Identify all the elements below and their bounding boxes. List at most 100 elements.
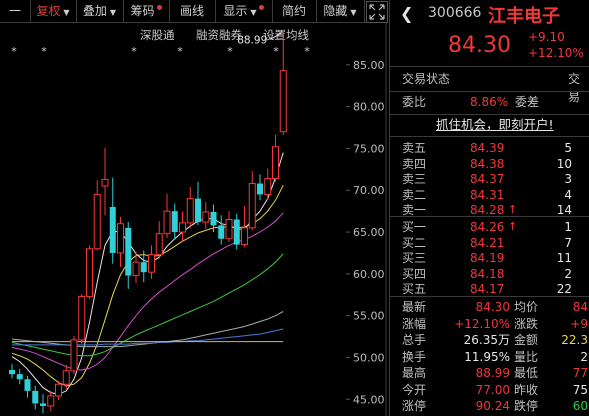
- notification-dot-icon: [156, 5, 162, 10]
- stat-value: 60: [572, 399, 588, 413]
- y-tick-label: 50.00: [353, 351, 385, 364]
- stat-label: 换手: [402, 349, 427, 364]
- candle-body: [93, 193, 101, 250]
- chart-toolbar: 一 复权 ▼ 叠加 ▼ 筹码 画线 显示 ▼ 简约 隐藏 ▼: [0, 0, 388, 23]
- candle-body: [155, 233, 163, 256]
- kline-chart[interactable]: 深股通 融资融券 设置均线 * * * * * * * 85.00 80.00 75.00 70.0…: [0, 23, 388, 416]
- stat-label: 均价: [514, 300, 539, 314]
- event-marker-icon: *: [273, 45, 279, 58]
- toolbar-display-button[interactable]: 显示 ▼: [215, 0, 273, 22]
- stat-row: 涨幅 +12.10% 涨跌 +9: [390, 315, 589, 333]
- candle-body: [257, 183, 263, 195]
- stat-row: 总手 26.35万 金额 22.3: [390, 331, 589, 349]
- toolbar-chips-button[interactable]: 筹码: [123, 0, 170, 22]
- y-tick-label: 85.00: [353, 59, 385, 72]
- tab-trade-status[interactable]: 交易状态: [402, 70, 450, 88]
- chart-canvas: * * * * * * * 85.00 80.00 75.00 70.00 65.00 60.00 55.…: [9, 23, 387, 416]
- y-tick-label: 60.00: [353, 268, 385, 281]
- candle-body: [171, 211, 178, 233]
- stock-name: 江丰电子: [488, 6, 560, 27]
- stat-value: 77: [572, 366, 588, 380]
- candle-body: [117, 223, 124, 254]
- stat-label: 最新: [402, 300, 427, 314]
- candle-body: [233, 219, 240, 245]
- stat-label: 总手: [402, 333, 427, 347]
- stat-label: 涨跌: [514, 316, 539, 331]
- stat-value: 11.95%: [464, 349, 510, 364]
- candle-body: [210, 211, 217, 226]
- stat-label: 涨幅: [402, 316, 427, 331]
- candle-body: [163, 210, 171, 235]
- candle-body: [78, 295, 86, 341]
- stat-label: 最低: [514, 366, 539, 380]
- candle-body: [24, 379, 31, 391]
- candle-body: [186, 198, 194, 224]
- stat-label: 今开: [402, 382, 427, 397]
- stock-code: 300666: [428, 5, 482, 21]
- stat-value: 22.3: [561, 333, 588, 347]
- stat-value: 26.35万: [463, 333, 510, 347]
- candle-body: [241, 227, 248, 246]
- candle-body: [195, 198, 201, 223]
- notification-dot-icon: [258, 5, 264, 10]
- dropdown-arrow-icon: ▼: [350, 8, 357, 17]
- back-arrow-icon[interactable]: ❮: [400, 4, 413, 23]
- candle-body: [125, 227, 132, 276]
- weicha-label: 委差: [515, 95, 540, 109]
- toolbar-draw-line-button[interactable]: 画线: [169, 0, 216, 22]
- toolbar-simple-button[interactable]: 简约: [272, 0, 317, 22]
- candle-body: [264, 178, 272, 195]
- candle-body: [86, 248, 93, 297]
- expand-icon[interactable]: [366, 1, 388, 23]
- moving-average-line: [11, 152, 284, 395]
- price-change: +9.10: [528, 30, 565, 44]
- open-account-link[interactable]: 抓住机会，即刻开户!: [436, 116, 554, 134]
- weibi-label: 委比: [402, 95, 427, 109]
- candle-body: [101, 178, 109, 187]
- candle-body: [47, 395, 55, 407]
- candle-body: [109, 206, 116, 253]
- y-tick-label: 55.00: [353, 310, 385, 323]
- y-tick-label: 45.00: [353, 393, 385, 406]
- event-marker-icon: *: [227, 45, 233, 58]
- weibi-value: 8.86%: [470, 95, 509, 109]
- event-marker-icon: *: [131, 45, 137, 58]
- candle-body: [140, 262, 147, 273]
- candle-body: [55, 383, 62, 397]
- candle-body: [218, 225, 225, 239]
- current-price: 84.30: [448, 33, 511, 58]
- dropdown-arrow-icon: ▼: [250, 8, 257, 17]
- event-marker-icon: *: [11, 45, 17, 58]
- candle-body: [9, 370, 15, 375]
- event-marker-icon: *: [177, 45, 183, 58]
- dropdown-arrow-icon: ▼: [109, 8, 117, 17]
- moving-average-line: [11, 253, 284, 357]
- y-tick-label: 65.00: [353, 226, 385, 239]
- stat-label: 涨停: [402, 399, 427, 413]
- high-pointer-arrow: [269, 32, 283, 40]
- stat-label: 跌停: [514, 399, 539, 413]
- candle-body: [62, 370, 70, 385]
- y-tick-label: 70.00: [353, 184, 385, 197]
- stat-value: +9: [570, 316, 588, 331]
- stat-row: 最新 84.30 均价 84: [390, 298, 589, 316]
- trade-status-row: 交易状态 交易: [390, 70, 589, 104]
- stat-value: 75: [572, 382, 588, 397]
- candle-body: [202, 211, 210, 223]
- toolbar-period-button[interactable]: 一: [0, 0, 31, 22]
- toolbar-fuquan-button[interactable]: 复权 ▼: [30, 0, 77, 22]
- stat-label: 最高: [402, 366, 427, 380]
- high-price-label: 88.99: [237, 34, 267, 46]
- stat-value: 84.30: [475, 300, 510, 314]
- candle-body: [148, 254, 155, 273]
- candle-body: [272, 146, 279, 180]
- candle-body: [248, 183, 256, 229]
- toolbar-hide-button[interactable]: 隐藏 ▼: [316, 0, 365, 22]
- toolbar-overlay-button[interactable]: 叠加 ▼: [76, 0, 124, 22]
- stat-value: 88.99: [475, 366, 510, 380]
- open-account-banner[interactable]: 抓住机会，即刻开户!: [390, 116, 589, 134]
- candle-body: [70, 339, 78, 372]
- candle-body: [225, 219, 233, 240]
- candle-body: [179, 222, 186, 233]
- candle-body: [132, 261, 140, 277]
